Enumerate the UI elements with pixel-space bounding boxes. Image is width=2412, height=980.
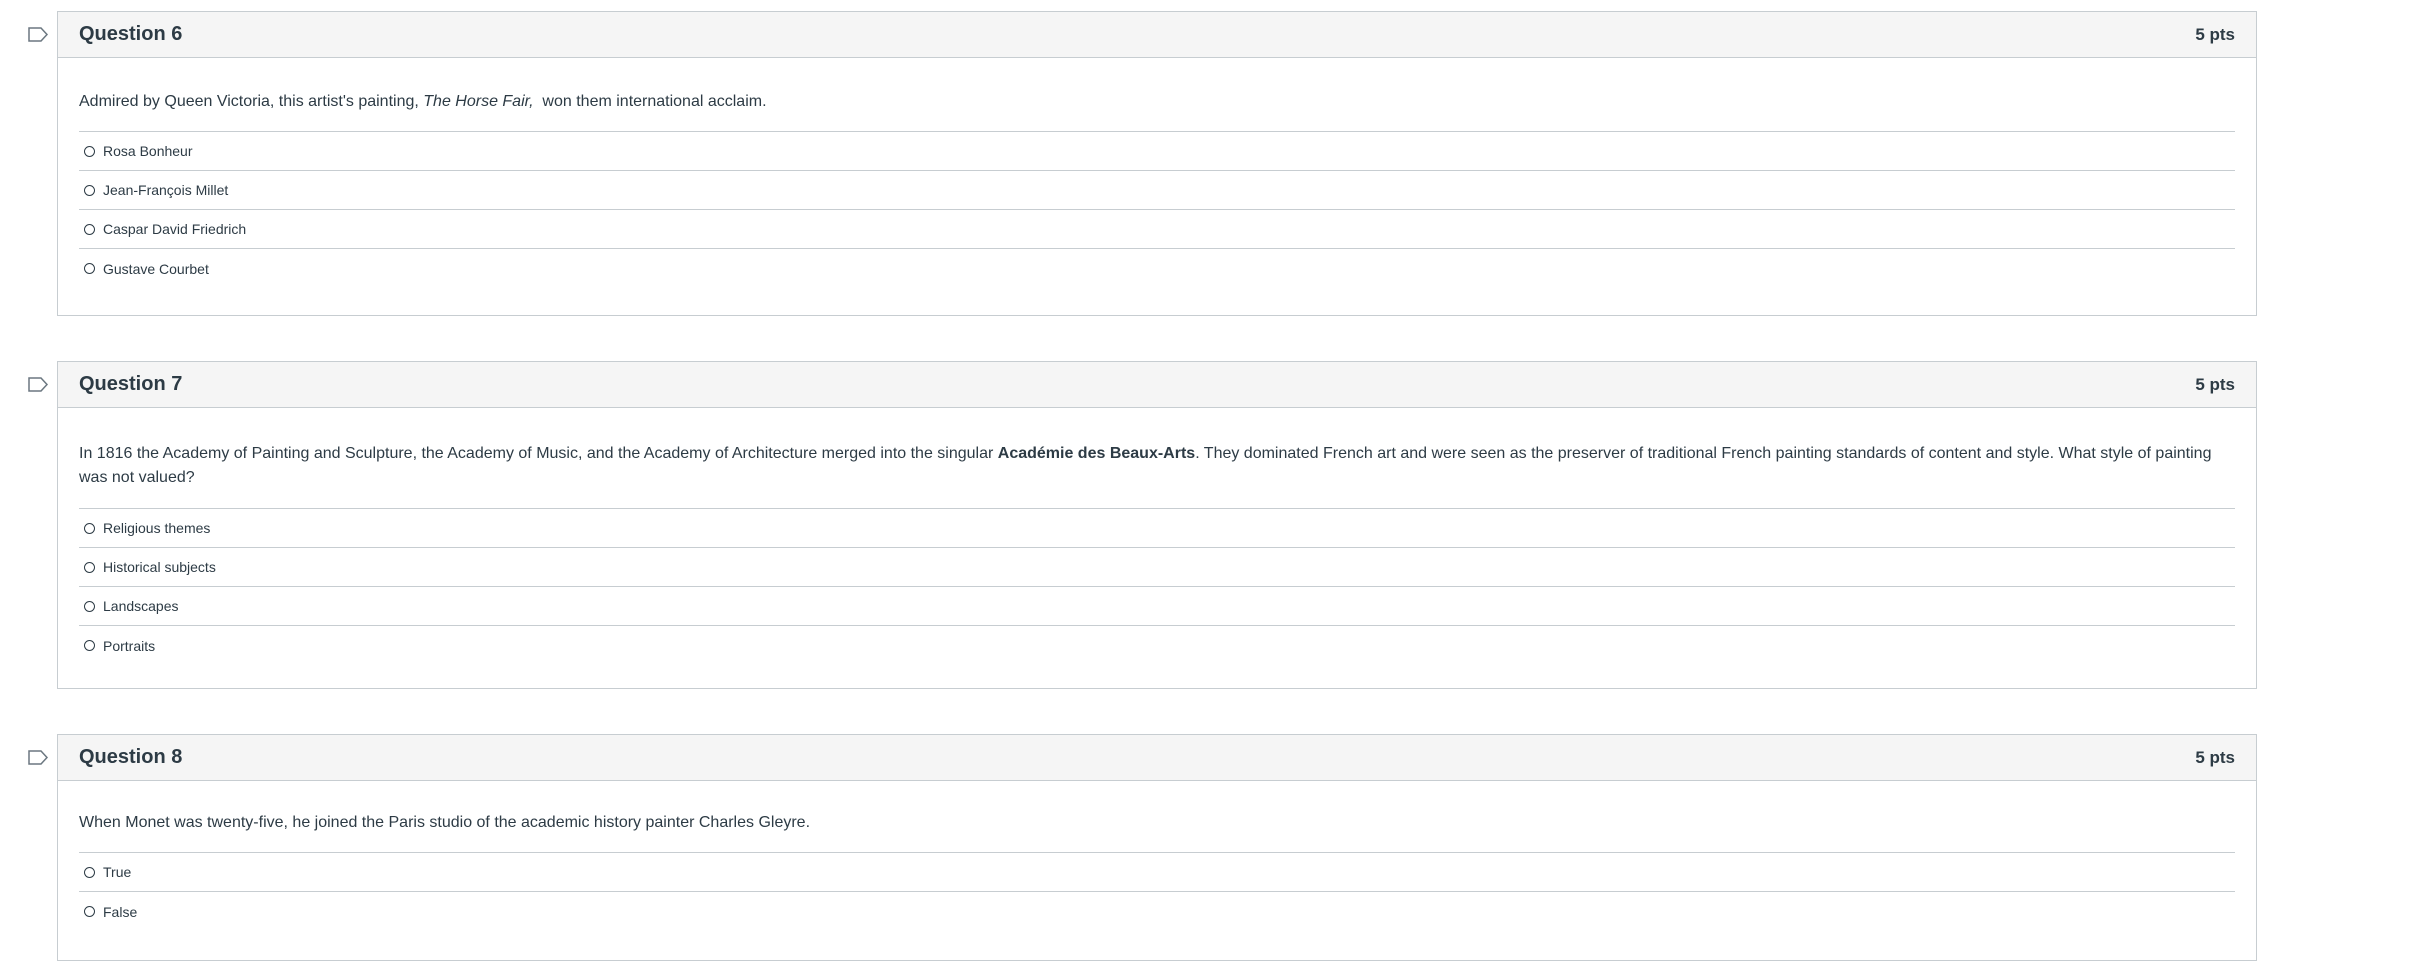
radio-button-icon[interactable] — [84, 223, 95, 235]
flag-question-8-icon[interactable] — [28, 750, 48, 765]
answer-list: Rosa Bonheur Jean-François Millet Caspar… — [79, 132, 2235, 288]
radio-button-icon[interactable] — [84, 600, 95, 612]
answer-label: False — [103, 903, 138, 920]
answer-option[interactable]: Caspar David Friedrich — [79, 210, 2235, 249]
answer-option[interactable]: Portraits — [79, 626, 2235, 665]
question-8: Question 8 5 pts When Monet was twenty-f… — [57, 734, 2257, 961]
answer-option[interactable]: False — [79, 892, 2235, 931]
question-points: 5 pts — [2195, 374, 2235, 394]
question-text: In 1816 the Academy of Painting and Scul… — [79, 408, 2235, 509]
answer-option[interactable]: Historical subjects — [79, 548, 2235, 587]
answer-option[interactable]: Rosa Bonheur — [79, 132, 2235, 171]
answer-label: Landscapes — [103, 598, 179, 614]
question-7: Question 7 5 pts In 1816 the Academy of … — [57, 361, 2257, 689]
question-text: When Monet was twenty-five, he joined th… — [79, 781, 2235, 853]
question-header: Question 7 5 pts — [58, 362, 2256, 408]
answer-option[interactable]: Religious themes — [79, 509, 2235, 548]
radio-button-icon[interactable] — [84, 184, 95, 196]
answer-list: Religious themes Historical subjects Lan… — [79, 509, 2235, 665]
answer-label: Gustave Courbet — [103, 260, 209, 277]
question-title: Question 6 — [79, 23, 183, 45]
answer-option[interactable]: Landscapes — [79, 587, 2235, 626]
radio-button-icon[interactable] — [84, 145, 95, 157]
question-body: When Monet was twenty-five, he joined th… — [58, 781, 2256, 931]
question-points: 5 pts — [2195, 24, 2235, 44]
answer-list: True False — [79, 853, 2235, 931]
question-text-part: In 1816 the Academy of Painting and Scul… — [79, 445, 998, 462]
question-title: Question 8 — [79, 746, 183, 768]
flag-question-7-icon[interactable] — [28, 377, 48, 392]
answer-label: Caspar David Friedrich — [103, 221, 247, 237]
question-header: Question 8 5 pts — [58, 735, 2256, 781]
radio-button-icon[interactable] — [84, 906, 95, 917]
answer-label: True — [103, 864, 132, 880]
question-6: Question 6 5 pts Admired by Queen Victor… — [57, 11, 2257, 316]
radio-button-icon[interactable] — [84, 561, 95, 573]
radio-button-icon[interactable] — [84, 263, 95, 274]
question-body: Admired by Queen Victoria, this artist's… — [58, 58, 2256, 288]
answer-option[interactable]: Jean-François Millet — [79, 171, 2235, 210]
question-text-bold: Académie des Beaux-Arts — [997, 445, 1196, 462]
question-points: 5 pts — [2195, 747, 2235, 767]
question-header: Question 6 5 pts — [58, 12, 2256, 58]
question-body: In 1816 the Academy of Painting and Scul… — [58, 408, 2256, 665]
question-text: Admired by Queen Victoria, this artist's… — [79, 58, 2235, 132]
answer-label: Portraits — [103, 637, 156, 654]
question-text-part: won them international acclaim. — [533, 93, 767, 110]
question-title: Question 7 — [79, 373, 183, 395]
answer-label: Religious themes — [103, 520, 211, 536]
flag-question-6-icon[interactable] — [28, 27, 48, 42]
answer-label: Historical subjects — [103, 559, 216, 575]
answer-option[interactable]: True — [79, 853, 2235, 892]
question-text-italic: The Horse Fair, — [423, 93, 534, 110]
radio-button-icon[interactable] — [84, 522, 95, 534]
answer-option[interactable]: Gustave Courbet — [79, 249, 2235, 288]
radio-button-icon[interactable] — [84, 866, 95, 878]
question-text-part: Admired by Queen Victoria, this artist's… — [79, 93, 424, 110]
radio-button-icon[interactable] — [84, 640, 95, 651]
answer-label: Rosa Bonheur — [103, 143, 193, 159]
answer-label: Jean-François Millet — [103, 182, 229, 198]
